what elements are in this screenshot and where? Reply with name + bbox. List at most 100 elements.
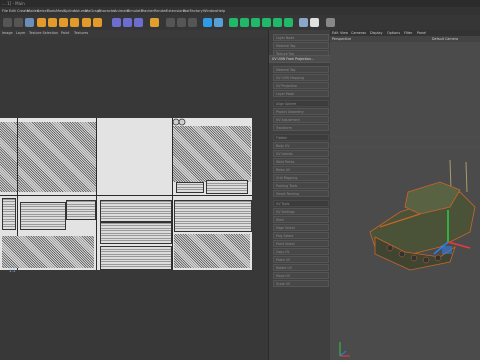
redo-icon[interactable] [14,18,23,27]
panel-row[interactable]: Body UV [273,142,329,149]
floor-icon[interactable] [284,18,293,27]
panel-row[interactable]: Weld Points [273,158,329,165]
panel-row[interactable]: Flatten [273,134,329,141]
x-axis-lock-icon[interactable] [112,18,121,27]
uv-menu-paint[interactable]: Paint [61,31,69,35]
panel-row-label: UV Tools [276,202,290,206]
uv-island [176,182,204,193]
panel-row[interactable]: Relax UV [273,166,329,173]
uv-island [100,222,172,244]
panel-row[interactable]: Rotate UV [273,264,329,271]
recent-tool-icon[interactable] [70,18,79,27]
panel-row[interactable]: Point Select [273,240,329,247]
uv-menu-textures[interactable]: Textures [74,31,88,35]
viewport-menu-filter[interactable]: Filter [404,31,412,35]
select-tool-icon[interactable] [25,18,34,27]
viewport-menu-panel[interactable]: Panel [417,31,426,35]
panel-row[interactable]: Move UV [273,272,329,279]
panel-row[interactable]: UV Tools [273,200,329,207]
uv-island-group [18,122,96,192]
uv-menu-image[interactable]: Image [2,31,13,35]
panel-row-label: Move UV [276,274,291,278]
y-axis-lock-icon[interactable] [123,18,132,27]
deformer-icon[interactable] [262,18,271,27]
boolean-icon[interactable] [251,18,260,27]
box-select-icon[interactable] [93,18,102,27]
panel-row-label: UV Islands [276,152,293,156]
viewport-menu-options[interactable]: Options [387,31,400,35]
panel-row-label: Rotate UV [276,266,292,270]
menu-edit[interactable]: Edit [9,9,16,13]
render-picture-viewer-icon[interactable] [177,18,186,27]
panel-row[interactable]: Layer Mask [273,90,329,97]
camera-icon[interactable] [299,18,308,27]
panel-row[interactable]: UV Settings [273,208,329,215]
panel-row[interactable]: Scale UV [273,280,329,287]
move-tool-icon[interactable] [37,18,46,27]
panel-row-label: Point Select [276,242,295,246]
panel-row[interactable]: Edge Select [273,224,329,231]
uv-island [2,198,16,230]
panel-row[interactable]: UV Islands [273,150,329,157]
menu-tools[interactable]: Tools [47,9,56,13]
panel-row-label: Layer Node [276,36,295,40]
panel-row-label: UV Adjustment [276,118,300,122]
uv-scale-label: 1:1 [9,268,16,273]
menu-flatfactory[interactable]: FlatFactory [183,9,203,13]
uv-menu-texture-selection[interactable]: Texture Selection [29,31,58,35]
panel-row[interactable]: Paste UV [273,256,329,263]
camera-name: Default Camera [432,37,459,41]
undo-icon[interactable] [3,18,12,27]
subdivision-surface-icon[interactable] [229,18,238,27]
panel-row[interactable]: UV Projection [273,82,329,89]
panel-row[interactable]: Align Sphere [273,100,329,107]
uv-island-group [173,126,251,182]
render-settings-icon[interactable] [188,18,197,27]
menu-tracker[interactable]: Tracker [141,9,154,13]
live-select-icon[interactable] [82,18,91,27]
window-title: ... 1] - Main [2,1,25,6]
menu-window[interactable]: Window [203,9,217,13]
panel-row[interactable]: Transform [273,124,329,131]
panel-row[interactable]: UV Adjustment [273,116,329,123]
panel-row[interactable]: Material Tag [273,42,329,49]
panel-row-selected[interactable]: UV UVW From Projection... [269,55,331,63]
rotate-tool-icon[interactable] [59,18,68,27]
panel-row-label: Paste UV [276,258,291,262]
panel-row-label: UV Projection [276,84,298,88]
uv-island-group [0,122,17,192]
menu-help[interactable]: Help [217,9,225,13]
menu-render[interactable]: Render [154,9,167,13]
panel-row[interactable]: Copy UV [273,248,329,255]
panel-row[interactable]: UV UVW Mapping [273,74,329,81]
preferences-icon[interactable] [326,18,335,27]
uv-menu-layer[interactable]: Layer [16,31,25,35]
panel-row[interactable]: Smart Packing [273,190,329,197]
render-view-icon[interactable] [166,18,175,27]
panel-row[interactable]: Poly Select [273,232,329,239]
panel-row[interactable]: Layer Node [273,34,329,41]
panel-row[interactable]: Grid Mapping [273,174,329,181]
uv-grid-line [0,195,252,196]
tank-model[interactable] [369,159,476,271]
uv-island [66,200,96,220]
viewport-menu-display[interactable]: Display [370,31,383,35]
world-axis-icon [339,342,350,357]
viewport-menu-view[interactable]: View [340,31,348,35]
panel-row[interactable]: Material Tag [273,66,329,73]
cube-icon[interactable] [203,18,212,27]
viewport-menu-edit[interactable]: Edit [332,31,339,35]
panel-row[interactable]: Shell [273,216,329,223]
panel-row[interactable]: Project Geometry [273,108,329,115]
coordinate-system-icon[interactable] [150,18,159,27]
menu-file[interactable]: File [2,9,8,13]
array-icon[interactable] [240,18,249,27]
pen-spline-icon[interactable] [214,18,223,27]
uv-layout-texture[interactable] [0,118,252,270]
scale-tool-icon[interactable] [48,18,57,27]
z-axis-lock-icon[interactable] [134,18,143,27]
viewport-menu-cameras[interactable]: Cameras [351,31,366,35]
field-icon[interactable] [273,18,282,27]
light-icon[interactable] [310,18,319,27]
panel-row[interactable]: Packing Tools [273,182,329,189]
